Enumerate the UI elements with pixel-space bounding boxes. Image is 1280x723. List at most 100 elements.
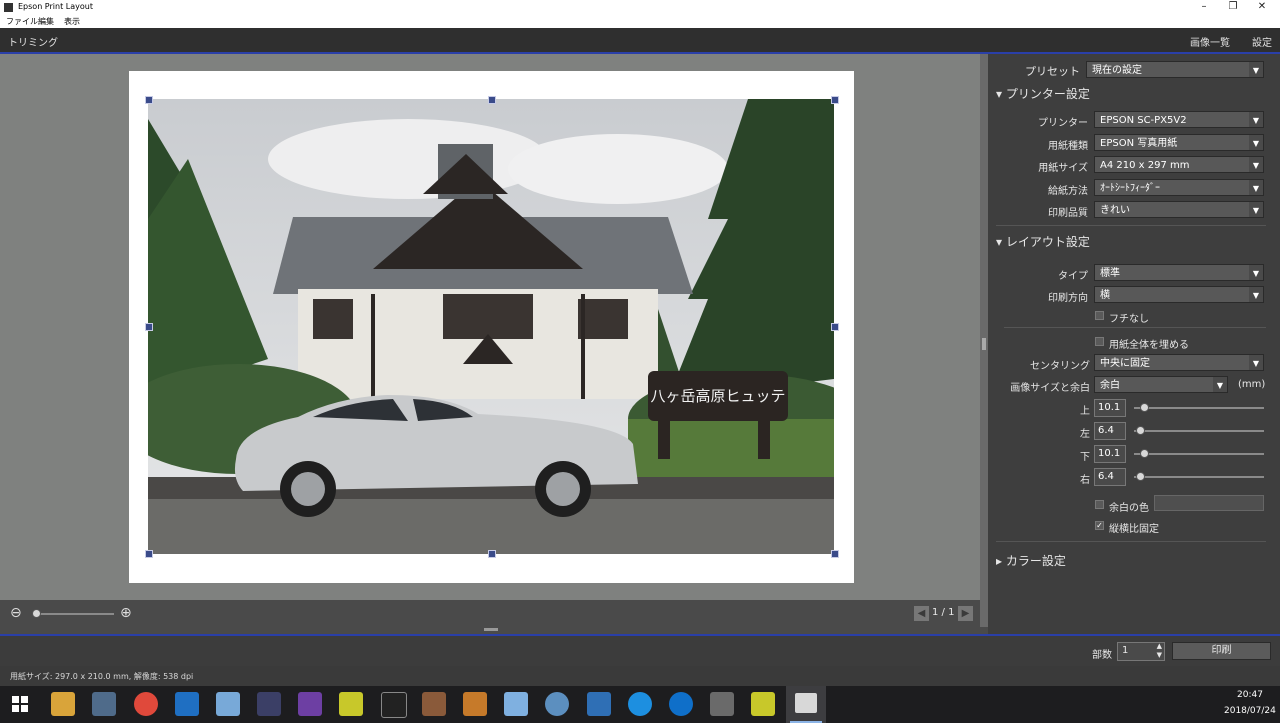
- type-select[interactable]: 標準 ▼: [1094, 264, 1264, 281]
- margin-right-knob[interactable]: [1136, 472, 1145, 481]
- app-icon[interactable]: [504, 692, 528, 716]
- orientation-select[interactable]: 横 ▼: [1094, 286, 1264, 303]
- outlook-icon[interactable]: [175, 692, 199, 716]
- preset-select[interactable]: 現在の設定 ▼: [1086, 61, 1264, 78]
- centering-select[interactable]: 中央に固定 ▼: [1094, 354, 1264, 371]
- margin-bottom-knob[interactable]: [1140, 449, 1149, 458]
- menu-view[interactable]: 表示: [64, 16, 80, 27]
- paper-size-select[interactable]: A4 210 x 297 mm ▼: [1094, 156, 1264, 173]
- orientation-value: 横: [1100, 290, 1110, 301]
- internet-explorer-icon[interactable]: [628, 692, 652, 716]
- lower-splitter[interactable]: [0, 627, 988, 634]
- app-icon[interactable]: [92, 692, 116, 716]
- color-section-header[interactable]: ▸ カラー設定: [996, 552, 1066, 569]
- margin-top-slider[interactable]: [1134, 407, 1264, 409]
- print-button[interactable]: 印刷: [1172, 642, 1271, 660]
- app-icon[interactable]: [381, 692, 407, 718]
- margin-right-label: 右: [1080, 475, 1090, 486]
- centering-label: センタリング: [1030, 361, 1090, 372]
- photo-preview[interactable]: 八ヶ岳高原ヒュッテ: [148, 99, 834, 554]
- crop-handle-br[interactable]: [831, 550, 839, 558]
- house-car-photo: 八ヶ岳高原ヒュッテ: [148, 99, 834, 554]
- margin-bottom-slider[interactable]: [1134, 453, 1264, 455]
- app-icon[interactable]: [298, 692, 322, 716]
- clock-time: 20:47: [1237, 690, 1263, 700]
- zoom-out-icon[interactable]: ⊖: [10, 605, 22, 621]
- sign-text: 八ヶ岳高原ヒュッテ: [650, 387, 785, 405]
- trimming-tab[interactable]: トリミング: [8, 34, 58, 49]
- margin-color-checkbox[interactable]: [1095, 500, 1104, 509]
- settings-button[interactable]: 設定: [1252, 34, 1272, 49]
- gallery-button[interactable]: 画像一覧: [1190, 34, 1230, 49]
- panel-splitter[interactable]: [980, 54, 988, 634]
- chrome-icon[interactable]: [134, 692, 158, 716]
- calculator-icon[interactable]: [710, 692, 734, 716]
- next-page-icon[interactable]: ▶: [958, 606, 973, 621]
- app-icon[interactable]: [216, 692, 240, 716]
- windows-start-icon[interactable]: [12, 696, 28, 712]
- app-icon[interactable]: [257, 692, 281, 716]
- store-icon[interactable]: [587, 692, 611, 716]
- chevron-down-icon: ▼: [1249, 62, 1263, 77]
- edge-icon[interactable]: [669, 692, 693, 716]
- epson-print-layout-task[interactable]: [786, 686, 826, 723]
- app-icon[interactable]: [422, 692, 446, 716]
- crop-handle-bl[interactable]: [145, 550, 153, 558]
- app-icon[interactable]: [339, 692, 363, 716]
- copies-stepper[interactable]: 1 ▲ ▼: [1117, 642, 1165, 661]
- layout-section-title: レイアウト設定: [1005, 235, 1090, 249]
- margin-left-slider[interactable]: [1134, 430, 1264, 432]
- restore-icon[interactable]: ❐: [1219, 0, 1247, 14]
- crop-handle-tl[interactable]: [145, 96, 153, 104]
- image-size-select[interactable]: 余白 ▼: [1094, 376, 1228, 393]
- app-header: トリミング 画像一覧 設定: [0, 28, 1280, 54]
- borderless-checkbox[interactable]: [1095, 311, 1104, 320]
- crop-handle-tr[interactable]: [831, 96, 839, 104]
- quality-select[interactable]: きれい ▼: [1094, 201, 1264, 218]
- page-indicator: 1 / 1: [932, 607, 955, 618]
- menu-edit[interactable]: 編集: [38, 16, 54, 27]
- divider: [1004, 327, 1266, 328]
- printer-select[interactable]: EPSON SC-PX5V2 ▼: [1094, 111, 1264, 128]
- preset-value: 現在の設定: [1092, 65, 1142, 76]
- margin-right-input[interactable]: 6.4: [1094, 468, 1126, 486]
- type-label: タイプ: [1058, 271, 1088, 282]
- aspect-lock-label: 縦横比固定: [1109, 524, 1159, 535]
- app-icon[interactable]: [751, 692, 775, 716]
- zoom-slider[interactable]: [34, 613, 114, 615]
- layout-section-header[interactable]: ▾ レイアウト設定: [996, 233, 1090, 250]
- fill-paper-label: 用紙全体を埋める: [1109, 340, 1189, 351]
- printer-section-header[interactable]: ▾ プリンター設定: [996, 85, 1090, 102]
- crop-handle-left[interactable]: [145, 323, 153, 331]
- quality-value: きれい: [1100, 205, 1130, 216]
- minimize-icon[interactable]: –: [1190, 0, 1218, 14]
- crop-handle-right[interactable]: [831, 323, 839, 331]
- margin-bottom-input[interactable]: 10.1: [1094, 445, 1126, 463]
- paper-type-select[interactable]: EPSON 写真用紙 ▼: [1094, 134, 1264, 151]
- fill-paper-checkbox[interactable]: [1095, 337, 1104, 346]
- chevron-down-icon: ▼: [1249, 112, 1263, 127]
- menu-file[interactable]: ファイル: [6, 16, 38, 27]
- app-icon[interactable]: [545, 692, 569, 716]
- margin-top-label: 上: [1080, 406, 1090, 417]
- margin-top-knob[interactable]: [1140, 403, 1149, 412]
- chevron-down-icon[interactable]: ▼: [1157, 651, 1162, 659]
- chevron-up-icon[interactable]: ▲: [1157, 642, 1162, 650]
- close-icon[interactable]: ✕: [1248, 0, 1276, 14]
- file-explorer-icon[interactable]: [51, 692, 75, 716]
- margin-left-knob[interactable]: [1136, 426, 1145, 435]
- prev-page-icon[interactable]: ◀: [914, 606, 929, 621]
- quality-label: 印刷品質: [1048, 208, 1088, 219]
- status-bar: 用紙サイズ: 297.0 x 210.0 mm, 解像度: 538 dpi: [0, 666, 1280, 686]
- zoom-slider-knob[interactable]: [32, 609, 41, 618]
- margin-top-input[interactable]: 10.1: [1094, 399, 1126, 417]
- crop-handle-bottom[interactable]: [488, 550, 496, 558]
- aspect-lock-checkbox[interactable]: ✓: [1095, 521, 1104, 530]
- zoom-in-icon[interactable]: ⊕: [120, 605, 132, 621]
- app-icon[interactable]: [463, 692, 487, 716]
- feed-select[interactable]: ｵｰﾄｼｰﾄﾌｨｰﾀﾞｰ ▼: [1094, 179, 1264, 196]
- margin-color-swatch[interactable]: [1154, 495, 1264, 511]
- margin-left-input[interactable]: 6.4: [1094, 422, 1126, 440]
- margin-right-slider[interactable]: [1134, 476, 1264, 478]
- crop-handle-top[interactable]: [488, 96, 496, 104]
